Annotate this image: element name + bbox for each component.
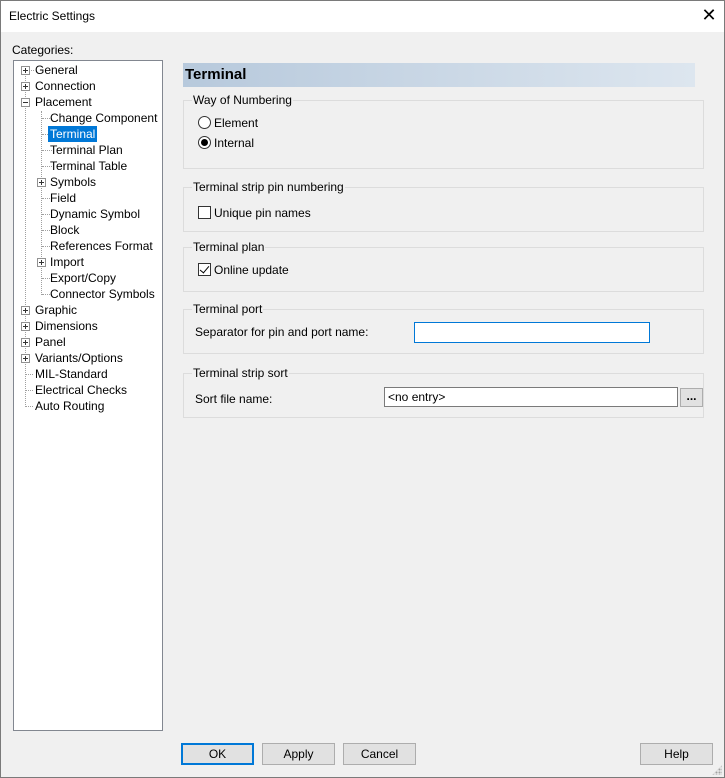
internal-radio[interactable] [198,136,211,149]
expand-icon[interactable] [21,322,30,331]
tree-item-mil-standard[interactable]: MIL-Standard [14,366,162,382]
unique-pin-names-label[interactable]: Unique pin names [214,206,311,220]
help-button[interactable]: Help [640,743,713,765]
tree-item-change-component[interactable]: Change Component [14,110,162,126]
sort-file-name-label: Sort file name: [195,392,273,406]
tree-item-symbols[interactable]: Symbols [14,174,162,190]
group-title: Terminal strip sort [192,366,289,380]
tree-item-label: Auto Routing [35,399,105,413]
expand-icon[interactable] [21,338,30,347]
categories-label: Categories: [12,43,74,57]
tree-item-label: Change Component [50,111,158,125]
tree-item-label: MIL-Standard [35,367,108,381]
electric-settings-dialog: Electric Settings ✕ Categories: General … [0,0,725,778]
tree-item-label: Graphic [35,303,78,317]
tree-connector [26,390,33,391]
tree-item-panel[interactable]: Panel [14,334,162,350]
tree-item-dimensions[interactable]: Dimensions [14,318,162,334]
sort-file-name-input[interactable] [384,387,678,407]
tree-item-label: Dynamic Symbol [50,207,141,221]
collapse-icon[interactable] [21,98,30,107]
tree-item-field[interactable]: Field [14,190,162,206]
expand-icon[interactable] [21,354,30,363]
tree-item-import[interactable]: Import [14,254,162,270]
internal-radio-label[interactable]: Internal [214,136,254,150]
tree-item-label: Block [50,223,80,237]
expand-icon[interactable] [21,306,30,315]
expand-icon[interactable] [21,66,30,75]
tree-item-label: Terminal [48,126,98,142]
tree-item-label: Placement [35,95,92,109]
tree-item-label: Import [50,255,85,269]
online-update-checkbox[interactable] [198,263,211,276]
cancel-button[interactable]: Cancel [343,743,416,765]
tree-item-terminal-plan[interactable]: Terminal Plan [14,142,162,158]
separator-label: Separator for pin and port name: [195,325,369,339]
tree-item-label: General [35,63,78,77]
element-radio[interactable] [198,116,211,129]
separator-input[interactable] [414,322,650,343]
tree-item-label: Panel [35,335,66,349]
online-update-label[interactable]: Online update [214,263,289,277]
tree-item-label: Connector Symbols [50,287,155,301]
group-title: Terminal plan [192,240,266,254]
tree-item-label: Field [50,191,77,205]
expand-icon[interactable] [37,258,46,267]
tree-item-label: Export/Copy [50,271,117,285]
resize-grip-icon[interactable] [712,765,722,775]
group-title: Terminal port [192,302,264,316]
expand-icon[interactable] [37,178,46,187]
tree-item-references-format[interactable]: References Format [14,238,162,254]
tree-item-label: Symbols [50,175,97,189]
close-icon[interactable]: ✕ [694,1,724,32]
categories-tree[interactable]: General Connection Placement Change Comp… [13,60,163,731]
expand-icon[interactable] [21,82,30,91]
apply-button[interactable]: Apply [262,743,335,765]
tree-item-dynamic-symbol[interactable]: Dynamic Symbol [14,206,162,222]
group-title: Terminal strip pin numbering [192,180,345,194]
title-bar: Electric Settings ✕ [1,1,724,32]
window-title: Electric Settings [9,9,96,23]
tree-item-connection[interactable]: Connection [14,78,162,94]
tree-item-block[interactable]: Block [14,222,162,238]
ok-button[interactable]: OK [181,743,254,765]
tree-item-auto-routing[interactable]: Auto Routing [14,398,162,414]
tree-item-label: References Format [50,239,153,253]
element-radio-label[interactable]: Element [214,116,258,130]
tree-item-graphic[interactable]: Graphic [14,302,162,318]
tree-item-label: Terminal Plan [50,143,123,157]
tree-connector [26,374,33,375]
tree-item-electrical-checks[interactable]: Electrical Checks [14,382,162,398]
way-of-numbering-group: Way of Numbering [183,93,704,169]
tree-item-general[interactable]: General [14,62,162,78]
tree-item-export-copy[interactable]: Export/Copy [14,270,162,286]
unique-pin-names-checkbox[interactable] [198,206,211,219]
tree-item-label: Variants/Options [35,351,123,365]
tree-item-variants-options[interactable]: Variants/Options [14,350,162,366]
group-title: Way of Numbering [192,93,293,107]
browse-button[interactable]: ... [680,388,703,407]
tree-item-label: Terminal Table [50,159,128,173]
tree-item-label: Connection [35,79,96,93]
tree-item-placement[interactable]: Placement [14,94,162,110]
tree-item-terminal[interactable]: Terminal [14,126,162,142]
tree-connector [26,406,33,407]
tree-item-label: Electrical Checks [35,383,128,397]
page-title: Terminal [183,63,695,87]
tree-item-terminal-table[interactable]: Terminal Table [14,158,162,174]
tree-item-connector-symbols[interactable]: Connector Symbols [14,286,162,302]
tree-item-label: Dimensions [35,319,98,333]
